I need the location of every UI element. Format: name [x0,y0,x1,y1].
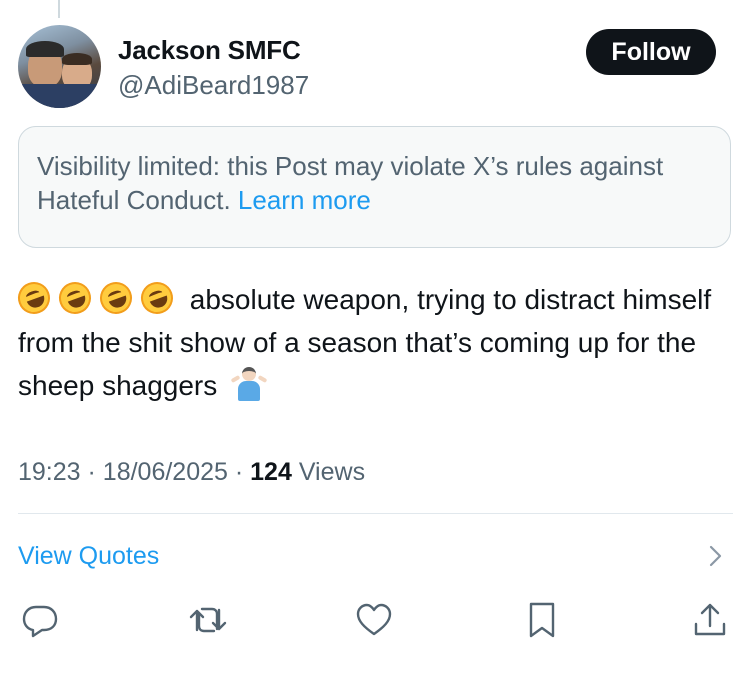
visibility-limited-notice: Visibility limited: this Post may violat… [18,126,731,248]
repost-icon [189,607,227,633]
rolling-laughing-emoji-icon [95,277,137,319]
post-date[interactable]: 18/06/2025 [103,458,228,486]
like-button[interactable] [352,598,396,642]
rolling-laughing-emoji-icon [54,277,96,319]
views-label: Views [298,458,366,486]
post-text: absolute weapon, trying to distract hims… [13,277,733,407]
learn-more-link[interactable]: Learn more [238,185,371,215]
view-quotes-link[interactable]: View Quotes [18,542,159,571]
thread-connector-line [58,0,60,18]
post-time[interactable]: 19:23 [18,458,81,486]
divider [18,513,733,514]
reply-icon [22,605,58,638]
share-icon [694,603,726,636]
repost-button[interactable] [186,598,230,642]
author-name[interactable]: Jackson SMFC [118,35,301,66]
post-meta: 19:23 · 18/06/2025 · 124 Views [18,458,366,486]
author-handle[interactable]: @AdiBeard1987 [118,70,309,101]
rolling-laughing-emoji-icon [136,277,178,319]
share-button[interactable] [688,598,732,642]
person-shrugging-emoji-icon [230,367,268,401]
chevron-right-icon[interactable] [703,543,727,569]
views-count: 124 [250,458,292,486]
follow-button[interactable]: Follow [586,29,716,75]
like-icon [356,603,392,636]
bookmark-icon [529,602,555,638]
rolling-laughing-emoji-icon [13,277,55,319]
reply-button[interactable] [18,598,62,642]
action-bar [0,598,750,648]
avatar[interactable] [18,25,101,108]
bookmark-button[interactable] [520,598,564,642]
